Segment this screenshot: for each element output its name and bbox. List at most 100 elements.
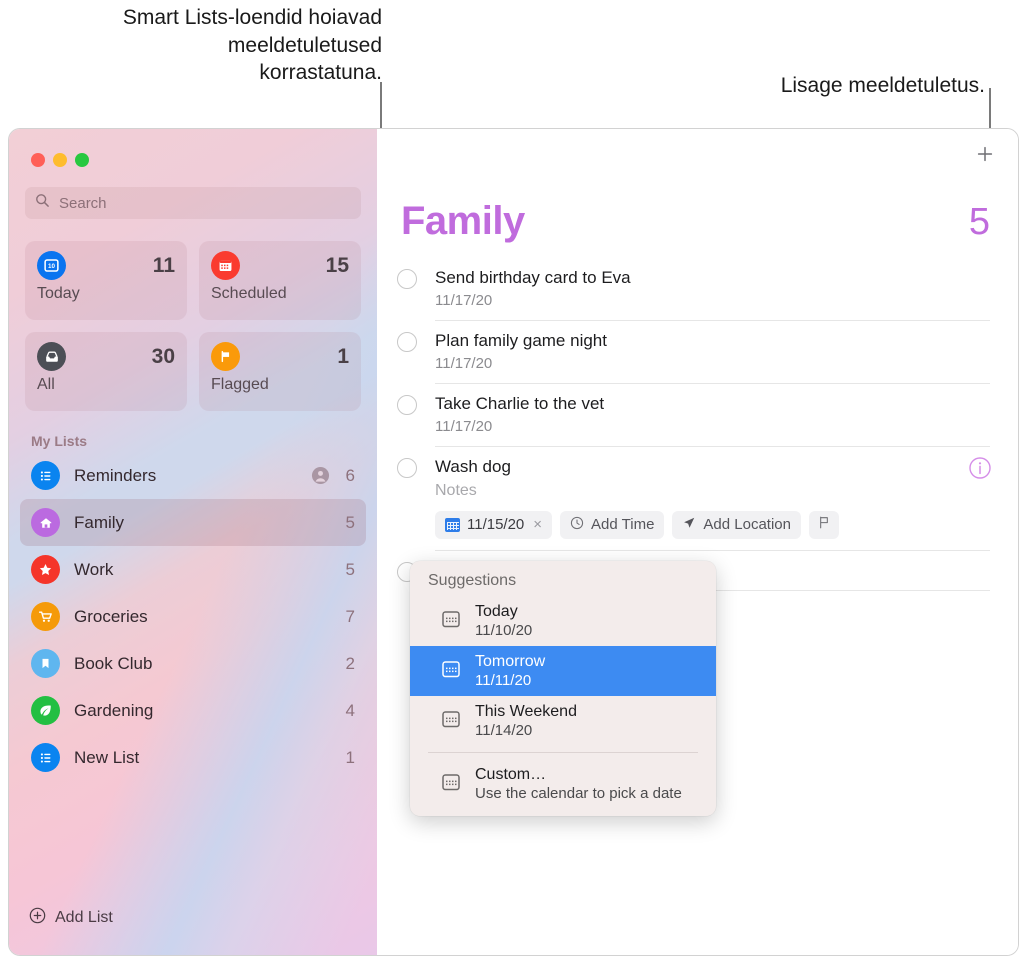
smart-list-label: Scheduled (211, 285, 287, 302)
table-row-editing[interactable]: Wash dog Notes 11/15/20 × Add Time Add L… (377, 447, 1018, 551)
zoom-button[interactable] (75, 153, 89, 167)
suggestion-subtitle: 11/10/20 (475, 622, 533, 639)
reminder-date: 11/17/20 (435, 354, 493, 372)
table-row[interactable]: Send birthday card to Eva 11/17/20 (377, 258, 1018, 321)
suggestion-title: Custom… (475, 766, 547, 783)
info-circle-icon[interactable] (968, 456, 992, 485)
minimize-button[interactable] (53, 153, 67, 167)
add-time-label: Add Time (591, 516, 655, 534)
smart-list-count: 15 (325, 253, 349, 277)
flag-button[interactable] (809, 510, 839, 539)
add-location-button[interactable]: Add Location (672, 510, 801, 539)
list-item-family[interactable]: Family 5 (20, 499, 366, 546)
close-icon[interactable]: × (533, 516, 542, 533)
plus-circle-icon (29, 907, 46, 929)
callout-right-text: Lisage meeldetuletus. (780, 74, 985, 97)
list-item-count: 2 (345, 653, 355, 673)
reminders-window: Search 10 11 Today 15 Scheduled 30 All 1… (8, 128, 1019, 956)
smart-list-scheduled[interactable]: 15 Scheduled (199, 241, 361, 320)
add-list-button[interactable]: Add List (9, 907, 377, 955)
clock-icon (570, 516, 584, 534)
reminder-title: Take Charlie to the vet (435, 393, 605, 413)
list-item-book-club[interactable]: Book Club 2 (20, 640, 366, 687)
smart-list-today[interactable]: 10 11 Today (25, 241, 187, 320)
reminder-date: 11/17/20 (435, 417, 493, 435)
smart-lists-grid: 10 11 Today 15 Scheduled 30 All 1 Flagge… (25, 241, 361, 411)
page-title: Family (401, 199, 525, 243)
list-item-label: Family (74, 512, 125, 532)
suggestion-this-weekend[interactable]: This Weekend 11/14/20 (410, 696, 716, 746)
search-input[interactable]: Search (25, 187, 361, 219)
smart-list-count: 11 (152, 253, 175, 277)
complete-toggle-circle[interactable] (397, 457, 417, 478)
smart-list-count: 1 (337, 344, 349, 368)
smart-list-label: All (37, 376, 55, 393)
smart-list-count: 30 (151, 344, 175, 368)
suggestion-title: Tomorrow (475, 653, 546, 670)
calendar-day-icon: 10 (37, 251, 66, 280)
date-suggestions-popup: Suggestions Today 11/10/20 Tomorrow 11/1… (410, 561, 716, 816)
reminders-list: Send birthday card to Eva 11/17/20 Plan … (377, 258, 1018, 591)
smart-list-flagged[interactable]: 1 Flagged (199, 332, 361, 411)
search-placeholder: Search (59, 194, 107, 212)
list-item-label: Book Club (74, 653, 153, 673)
search-icon (35, 193, 50, 213)
star-icon (31, 555, 60, 584)
suggestion-subtitle: 11/14/20 (475, 722, 533, 739)
list-item-label: Gardening (74, 700, 154, 720)
notes-field[interactable]: Notes (435, 482, 990, 500)
list-total-count: 5 (968, 201, 990, 243)
plus-icon (977, 146, 993, 162)
complete-toggle-circle[interactable] (397, 331, 417, 352)
list-item-gardening[interactable]: Gardening 4 (20, 687, 366, 734)
list-header: Family 5 (377, 129, 1018, 244)
list-item-count: 6 (345, 465, 355, 485)
bulleted-list-icon (31, 461, 60, 490)
my-lists-header: My Lists (31, 433, 88, 449)
suggestion-title: Today (475, 603, 518, 620)
suggestion-custom[interactable]: Custom… Use the calendar to pick a date (410, 759, 716, 809)
calendar-icon (440, 771, 462, 798)
table-row[interactable]: Take Charlie to the vet 11/17/20 (377, 384, 1018, 447)
suggestion-today[interactable]: Today 11/10/20 (410, 596, 716, 646)
editor-chip-row: 11/15/20 × Add Time Add Location (435, 510, 990, 539)
reminder-title: Plan family game night (435, 330, 607, 350)
list-item-count: 1 (345, 747, 355, 767)
smart-list-all[interactable]: 30 All (25, 332, 187, 411)
complete-toggle-circle[interactable] (397, 269, 417, 289)
reminder-title[interactable]: Wash dog (435, 456, 990, 479)
add-location-label: Add Location (703, 516, 791, 534)
reminder-date: 11/17/20 (435, 291, 493, 309)
calendar-icon (440, 708, 462, 735)
list-item-reminders[interactable]: Reminders 6 (20, 452, 366, 499)
shared-person-icon (311, 466, 330, 485)
add-reminder-button[interactable] (972, 141, 998, 167)
shopping-cart-icon (31, 602, 60, 631)
flag-outline-icon (817, 515, 831, 534)
table-row[interactable]: Plan family game night 11/17/20 (377, 321, 1018, 384)
date-chip-value: 11/15/20 (467, 516, 525, 534)
suggestion-tomorrow[interactable]: Tomorrow 11/11/20 (410, 646, 716, 696)
list-item-label: Groceries (74, 606, 148, 626)
list-item-count: 5 (345, 559, 355, 579)
date-chip[interactable]: 11/15/20 × (435, 510, 553, 539)
leaf-icon (31, 696, 60, 725)
main-content: Family 5 Send birthday card to Eva 11/17… (377, 129, 1018, 955)
complete-toggle-circle[interactable] (397, 394, 417, 415)
list-item-groceries[interactable]: Groceries 7 (20, 593, 366, 640)
smart-list-label: Today (37, 285, 80, 302)
close-button[interactable] (31, 153, 45, 167)
list-item-work[interactable]: Work 5 (20, 546, 366, 593)
sidebar: Search 10 11 Today 15 Scheduled 30 All 1… (9, 129, 377, 955)
list-item-new-list[interactable]: New List 1 (20, 734, 366, 781)
list-item-count: 7 (345, 606, 355, 626)
list-item-label: New List (74, 747, 140, 767)
list-item-count: 5 (345, 512, 355, 532)
smart-list-label: Flagged (211, 376, 269, 393)
add-time-button[interactable]: Add Time (560, 510, 665, 539)
list-item-label: Reminders (74, 465, 157, 485)
flag-icon (211, 342, 240, 371)
list-item-label: Work (74, 559, 114, 579)
suggestions-header: Suggestions (428, 572, 517, 589)
